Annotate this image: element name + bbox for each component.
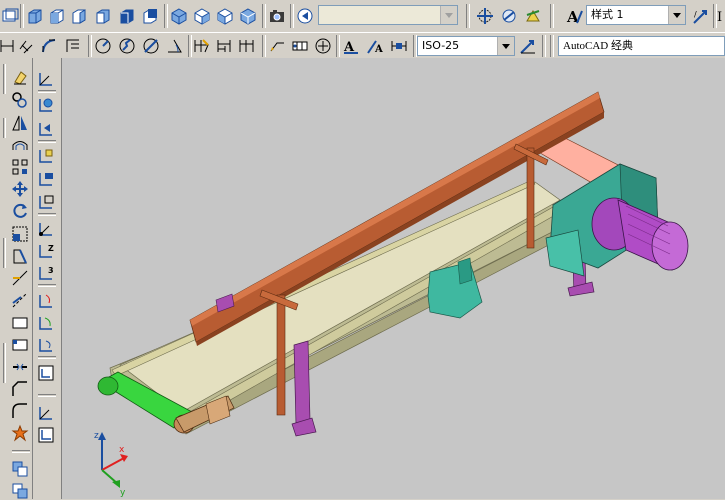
- svg-text:/: /: [694, 10, 697, 19]
- back-view-icon[interactable]: [141, 7, 159, 25]
- copy-icon[interactable]: [11, 91, 29, 109]
- apply-ucs-icon[interactable]: [37, 364, 55, 382]
- conveyor-model: x z y: [94, 91, 689, 498]
- right-view-icon[interactable]: [94, 7, 112, 25]
- ucs-y-icon[interactable]: [37, 314, 55, 332]
- tolerance-icon[interactable]: [291, 37, 309, 55]
- ucs-3point-icon[interactable]: 3: [37, 264, 55, 282]
- ucs-y-label: y: [120, 488, 126, 498]
- rotate-icon[interactable]: [11, 202, 29, 220]
- array-icon[interactable]: [11, 158, 29, 176]
- break-at-point-icon[interactable]: [11, 358, 29, 376]
- svg-text:3: 3: [48, 266, 54, 275]
- qleader-icon[interactable]: [268, 37, 286, 55]
- view-icon[interactable]: [1, 7, 19, 25]
- text-style-combo[interactable]: 样式 1: [586, 5, 686, 25]
- ucs-object-icon[interactable]: [37, 170, 55, 188]
- named-views-icon[interactable]: [296, 7, 314, 25]
- dim-edit-icon[interactable]: A: [366, 37, 384, 55]
- nw-iso-view-icon[interactable]: [239, 7, 257, 25]
- ucs-view-icon[interactable]: [37, 193, 55, 211]
- move-icon[interactable]: [11, 180, 29, 198]
- explode-icon[interactable]: [11, 424, 29, 442]
- break-icon[interactable]: [11, 314, 29, 332]
- svg-text:Z: Z: [48, 244, 54, 253]
- ucs-manager-icon[interactable]: [37, 426, 55, 444]
- ucs-x-label: x: [119, 445, 125, 455]
- draw-order-back-icon[interactable]: [11, 482, 29, 500]
- se-iso-view-icon[interactable]: [193, 7, 211, 25]
- ne-iso-view-icon[interactable]: [216, 7, 234, 25]
- free-orbit-icon[interactable]: [500, 7, 518, 25]
- view-combo[interactable]: [318, 5, 458, 25]
- left-view-icon[interactable]: [70, 7, 88, 25]
- text-style-icon[interactable]: A: [565, 7, 583, 25]
- fillet-icon[interactable]: [11, 402, 29, 420]
- workspace-combo[interactable]: AutoCAD 经典: [558, 36, 725, 56]
- ucs-axes-icon: x z y: [94, 431, 128, 498]
- ucs-z-label: z: [94, 431, 99, 441]
- dim-style-manager-icon[interactable]: [519, 37, 537, 55]
- center-mark-icon[interactable]: [314, 37, 332, 55]
- ucs-previous-icon[interactable]: [37, 120, 55, 138]
- continue-dim-icon[interactable]: [238, 37, 256, 55]
- ucs-origin-icon[interactable]: [37, 220, 55, 238]
- radius-dim-icon[interactable]: [94, 37, 112, 55]
- conveyor-frame: [109, 179, 565, 435]
- dim-text-icon[interactable]: A: [342, 37, 360, 55]
- chevron-down-icon[interactable]: [440, 6, 457, 24]
- jogged-dim-icon[interactable]: [118, 37, 136, 55]
- ucs-icon[interactable]: [37, 70, 55, 88]
- text-style-i-icon[interactable]: I: [716, 7, 725, 25]
- linear-dim-icon[interactable]: [0, 37, 16, 55]
- angular-dim-icon[interactable]: [166, 37, 184, 55]
- scale-icon[interactable]: [11, 225, 29, 243]
- camera-icon[interactable]: [268, 7, 286, 25]
- svg-text:I: I: [717, 10, 722, 25]
- ucs-world-icon[interactable]: [37, 96, 55, 114]
- drawing-viewport[interactable]: x z y: [62, 58, 725, 499]
- ordinate-dim-icon[interactable]: [64, 37, 82, 55]
- ucs-face-icon[interactable]: [37, 147, 55, 165]
- ucs-toolbar2-icon[interactable]: [37, 404, 55, 422]
- ucs-z-axis-icon[interactable]: Z: [37, 242, 55, 260]
- chamfer-icon[interactable]: [11, 380, 29, 398]
- aligned-dim-icon[interactable]: [18, 37, 36, 55]
- dim-style-icon[interactable]: /: [692, 7, 710, 25]
- draw-dim-toolbar: A A ISO-25 AutoCAD 经典: [0, 32, 725, 60]
- modify-toolbar: [10, 58, 33, 499]
- continuous-orbit-icon[interactable]: [524, 7, 542, 25]
- mirror-icon[interactable]: [11, 114, 29, 132]
- stretch-icon[interactable]: [11, 247, 29, 265]
- diameter-dim-icon[interactable]: [142, 37, 160, 55]
- ucs-z-icon[interactable]: [37, 336, 55, 354]
- orbit-icon[interactable]: [476, 7, 494, 25]
- join-icon[interactable]: [11, 336, 29, 354]
- sw-iso-view-icon[interactable]: [170, 7, 188, 25]
- dim-update-icon[interactable]: [390, 37, 408, 55]
- ucs-x-icon[interactable]: [37, 292, 55, 310]
- front-view-icon[interactable]: [118, 7, 136, 25]
- trim-icon[interactable]: [11, 269, 29, 287]
- dim-style-combo[interactable]: ISO-25: [417, 36, 515, 56]
- offset-icon[interactable]: [11, 136, 29, 154]
- quick-dim-icon[interactable]: [193, 37, 211, 55]
- bottom-view-icon[interactable]: [48, 7, 66, 25]
- svg-text:A: A: [374, 44, 383, 55]
- extend-icon[interactable]: [11, 291, 29, 309]
- dimension-vertical-toolbar: Z 3: [33, 58, 62, 499]
- draw-order-icon[interactable]: [11, 460, 29, 478]
- arc-length-icon[interactable]: [40, 37, 58, 55]
- chevron-down-icon[interactable]: [668, 6, 685, 24]
- top-view-icon[interactable]: [26, 7, 44, 25]
- view-toolbar: A 样式 1 / I: [0, 0, 725, 33]
- chevron-down-icon[interactable]: [497, 37, 514, 55]
- baseline-dim-icon[interactable]: [215, 37, 233, 55]
- erase-icon[interactable]: [11, 68, 29, 86]
